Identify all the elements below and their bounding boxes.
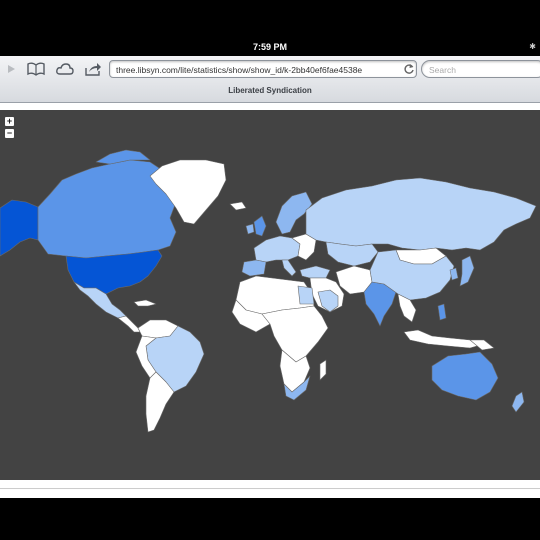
- map-region-united-kingdom[interactable]: [253, 215, 267, 237]
- map-region-iceland[interactable]: [229, 201, 247, 211]
- map-region-iberia[interactable]: [241, 259, 267, 277]
- map-region-western-europe[interactable]: [253, 235, 301, 263]
- zoom-out-button[interactable]: −: [5, 129, 14, 138]
- bookmarks-button[interactable]: [25, 58, 47, 80]
- page-title: Liberated Syndication: [228, 86, 312, 95]
- map-region-alaska[interactable]: [0, 199, 39, 257]
- reload-button[interactable]: [403, 63, 415, 75]
- map-region-russia[interactable]: [305, 177, 537, 251]
- page-footer-strip: [0, 488, 540, 498]
- map-region-australia[interactable]: [431, 351, 499, 401]
- zoom-in-button[interactable]: +: [5, 117, 14, 126]
- map-region-korea[interactable]: [449, 267, 459, 281]
- map-region-philippines[interactable]: [437, 303, 447, 321]
- play-icon: [8, 65, 15, 73]
- map-region-new-zealand[interactable]: [511, 391, 525, 413]
- map-region-indonesia[interactable]: [403, 329, 485, 349]
- share-button[interactable]: [82, 58, 104, 80]
- status-bar: 7:59 PM ✱: [0, 40, 540, 54]
- map-region-central-america[interactable]: [117, 315, 141, 333]
- back-button[interactable]: [0, 58, 22, 80]
- map-region-ireland[interactable]: [245, 223, 255, 235]
- icloud-tabs-button[interactable]: [54, 58, 76, 80]
- map-region-egypt[interactable]: [297, 285, 315, 305]
- search-placeholder: Search: [429, 65, 456, 75]
- cloud-icon: [56, 62, 74, 75]
- address-text: three.libsyn.com/lite/statistics/show/sh…: [116, 65, 363, 75]
- map-region-madagascar[interactable]: [319, 359, 327, 381]
- bluetooth-icon: ✱: [529, 42, 536, 51]
- map-region-caribbean[interactable]: [133, 299, 157, 307]
- world-map-svg: [0, 149, 537, 433]
- reload-icon: [404, 64, 414, 74]
- search-field[interactable]: Search: [421, 60, 540, 78]
- map-region-kazakhstan[interactable]: [325, 241, 379, 267]
- world-map[interactable]: [0, 110, 540, 480]
- book-icon: [27, 62, 45, 76]
- map-region-central-africa[interactable]: [261, 305, 329, 363]
- map-region-italy[interactable]: [281, 259, 297, 277]
- status-time: 7:59 PM: [252, 42, 287, 52]
- map-region-turkey[interactable]: [299, 265, 331, 279]
- share-icon: [85, 63, 101, 76]
- address-bar[interactable]: three.libsyn.com/lite/statistics/show/sh…: [109, 60, 417, 78]
- map-region-japan[interactable]: [459, 255, 475, 287]
